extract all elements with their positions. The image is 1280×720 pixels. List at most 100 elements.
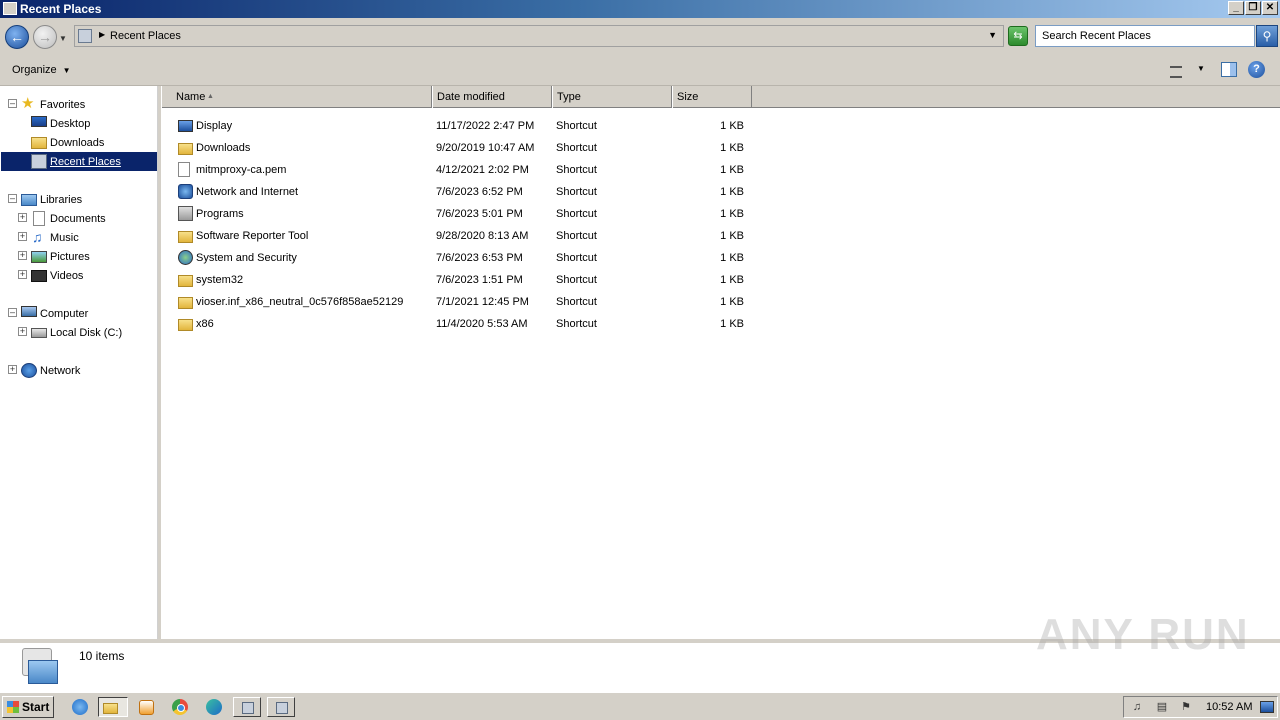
item-count: 10 items (79, 649, 125, 663)
table-row[interactable]: Programs 7/6/2023 5:01 PM Shortcut 1 KB (161, 203, 761, 225)
media-player-icon[interactable] (139, 700, 154, 715)
file-name: Display (196, 120, 233, 132)
column-header-type[interactable]: Type (552, 86, 672, 108)
organize-label: Organize (12, 64, 57, 76)
tree-label: Music (50, 232, 79, 244)
recent-pages-dropdown[interactable]: ▼ (59, 34, 67, 43)
edge-icon[interactable] (206, 699, 222, 715)
tree-item-local-disk[interactable]: + Local Disk (C:) (0, 323, 158, 342)
show-desktop-icon[interactable] (1260, 701, 1274, 713)
column-label: Type (557, 91, 581, 103)
table-row[interactable]: Network and Internet 7/6/2023 6:52 PM Sh… (161, 181, 761, 203)
internet-explorer-icon[interactable] (72, 699, 88, 715)
minimize-button[interactable]: _ (1228, 1, 1244, 15)
table-row[interactable]: mitmproxy-ca.pem 4/12/2021 2:02 PM Short… (161, 159, 761, 181)
file-type: Shortcut (556, 230, 597, 242)
column-label: Name (176, 91, 206, 103)
file-date: 7/6/2023 6:53 PM (436, 252, 523, 264)
address-bar[interactable]: ▶ Recent Places ▼ (74, 25, 1004, 47)
tree-item-videos[interactable]: + Videos (0, 266, 158, 285)
preview-pane-button[interactable] (1221, 62, 1237, 77)
close-button[interactable]: ✕ (1262, 1, 1278, 15)
collapse-toggle[interactable]: – (8, 308, 17, 317)
refresh-button[interactable]: ⇆ (1008, 26, 1028, 46)
network-status-icon[interactable]: ▤ (1155, 701, 1169, 714)
expand-toggle[interactable]: + (18, 327, 27, 336)
search-box[interactable] (1035, 25, 1255, 47)
table-row[interactable]: Software Reporter Tool 9/28/2020 8:13 AM… (161, 225, 761, 247)
table-row[interactable]: x86 11/4/2020 5:53 AM Shortcut 1 KB (161, 313, 761, 335)
back-button[interactable]: ← (5, 25, 29, 49)
desktop-icon (31, 116, 47, 127)
file-date: 7/1/2021 12:45 PM (436, 296, 529, 308)
taskbar-window-button[interactable] (267, 697, 295, 717)
tree-item-desktop[interactable]: Desktop (0, 114, 158, 133)
tree-libraries[interactable]: – Libraries (0, 190, 158, 209)
column-header-size[interactable]: Size (672, 86, 752, 108)
table-row[interactable]: System and Security 7/6/2023 6:53 PM Sho… (161, 247, 761, 269)
expand-toggle[interactable]: + (18, 251, 27, 260)
tree-item-pictures[interactable]: + Pictures (0, 247, 158, 266)
programs-icon (178, 206, 193, 221)
maximize-button[interactable]: ❐ (1245, 1, 1261, 15)
tree-label: Recent Places (50, 156, 121, 168)
table-row[interactable]: system32 7/6/2023 1:51 PM Shortcut 1 KB (161, 269, 761, 291)
file-type: Shortcut (556, 120, 597, 132)
view-options-button[interactable] (1168, 62, 1186, 78)
expand-toggle[interactable]: + (18, 232, 27, 241)
organize-button[interactable]: Organize ▼ (6, 61, 77, 81)
downloads-folder-icon (31, 137, 47, 149)
action-center-flag-icon[interactable]: ⚑ (1179, 701, 1193, 714)
start-button[interactable]: Start (2, 696, 54, 718)
tree-favorites[interactable]: – ★ Favorites (0, 95, 158, 114)
search-input[interactable] (1036, 26, 1246, 46)
column-header-date[interactable]: Date modified (432, 86, 552, 108)
address-history-dropdown[interactable]: ▼ (988, 30, 997, 40)
document-icon (178, 162, 190, 177)
tree-item-music[interactable]: + ♫ Music (0, 228, 158, 247)
table-row[interactable]: Downloads 9/20/2019 10:47 AM Shortcut 1 … (161, 137, 761, 159)
view-options-dropdown[interactable]: ▼ (1197, 64, 1205, 73)
taskbar: Start ♫ ▤ ⚑ 10:52 AM (0, 692, 1280, 720)
file-date: 11/4/2020 5:53 AM (436, 318, 528, 330)
chrome-icon[interactable] (172, 699, 188, 715)
libraries-icon (21, 194, 37, 206)
column-header-row: Name ▲ Date modified Type Size (161, 86, 1280, 108)
volume-icon[interactable]: ♫ (1130, 701, 1144, 714)
pictures-icon (31, 251, 47, 263)
breadcrumb[interactable]: Recent Places (110, 30, 181, 42)
tree-item-documents[interactable]: + Documents (0, 209, 158, 228)
column-header-name[interactable]: Name ▲ (161, 86, 432, 108)
forward-button[interactable]: → (33, 25, 57, 49)
tree-network[interactable]: + Network (0, 361, 158, 380)
search-button[interactable]: ⚲ (1256, 25, 1278, 47)
chevron-right-icon[interactable]: ▶ (99, 30, 105, 39)
tree-label: Computer (40, 308, 89, 320)
file-type: Shortcut (556, 252, 597, 264)
recent-places-icon (3, 2, 17, 15)
table-row[interactable]: vioser.inf_x86_neutral_0c576f858ae52129 … (161, 291, 761, 313)
tree-label: Local Disk (C:) (50, 327, 123, 339)
clock[interactable]: 10:52 AM (1206, 701, 1252, 713)
file-list: Name ▲ Date modified Type Size Display 1… (161, 86, 1280, 639)
file-size: 1 KB (720, 274, 744, 286)
disk-icon (31, 328, 47, 338)
collapse-toggle[interactable]: – (8, 99, 17, 108)
file-type: Shortcut (556, 318, 597, 330)
expand-toggle[interactable]: + (18, 213, 27, 222)
file-name: System and Security (196, 252, 297, 264)
taskbar-window-button[interactable] (233, 697, 261, 717)
tree-computer[interactable]: – Computer (0, 304, 158, 323)
recent-places-icon (31, 154, 47, 169)
help-button[interactable]: ? (1248, 61, 1265, 78)
table-row[interactable]: Display 11/17/2022 2:47 PM Shortcut 1 KB (161, 115, 761, 137)
expand-toggle[interactable]: + (8, 365, 17, 374)
watermark-logo: ANY RUN (1036, 610, 1250, 659)
windows-explorer-taskbar-button[interactable] (98, 697, 128, 717)
collapse-toggle[interactable]: – (8, 194, 17, 203)
tree-item-downloads[interactable]: Downloads (0, 133, 158, 152)
tree-item-recent-places[interactable]: Recent Places (0, 152, 158, 171)
tree-label: Libraries (40, 194, 83, 206)
file-size: 1 KB (720, 186, 744, 198)
expand-toggle[interactable]: + (18, 270, 27, 279)
